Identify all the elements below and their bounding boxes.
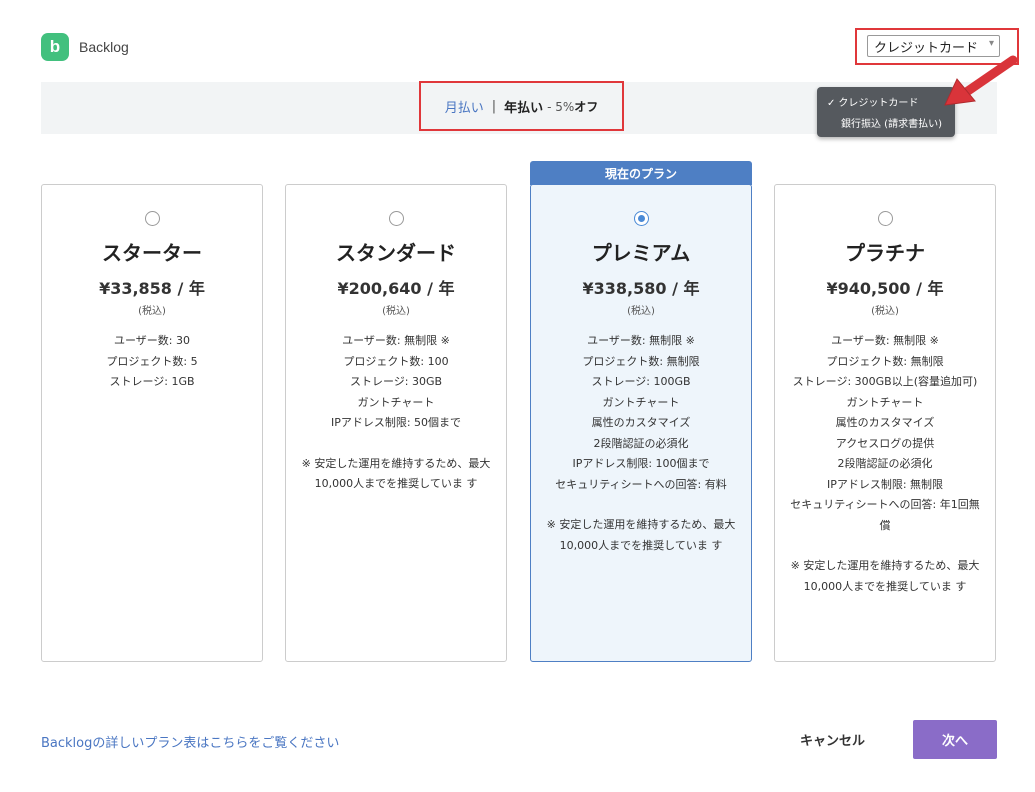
feature-item: IPアドレス制限: 50個まで: [330, 416, 462, 429]
feature-item: プロジェクト数: 5: [106, 354, 198, 368]
feature-item: ユーザー数: 無制限 ※: [587, 334, 695, 347]
backlog-logo-icon: b: [41, 33, 69, 61]
feature-item: ストレージ: 30GB: [349, 375, 443, 388]
feature-item: ユーザー数: 30: [114, 334, 190, 347]
feature-item: IPアドレス制限: 100個まで: [572, 457, 710, 470]
payment-option-label: 銀行振込 (請求書払い): [841, 119, 942, 130]
feature-item: セキュリティシートへの回答: 有料: [555, 477, 727, 491]
cancel-button[interactable]: キャンセル: [800, 730, 865, 749]
payment-method-dropdown: ✓ クレジットカード 銀行振込 (請求書払い): [817, 87, 955, 137]
feature-item: 2段階認証の必須化: [593, 436, 689, 450]
feature-item: ユーザー数: 無制限 ※: [831, 334, 939, 347]
plan-tax-label: (税込): [627, 306, 655, 317]
plan-card-starter[interactable]: スターター ¥33,858 / 年 (税込) ユーザー数: 30 プロジェクト数…: [41, 184, 263, 662]
plan-tax-label: (税込): [138, 306, 166, 317]
plan-name: スタンダード: [336, 241, 456, 265]
payment-option-bank-transfer[interactable]: 銀行振込 (請求書払い): [841, 115, 942, 130]
plan-price: ¥200,640 / 年: [337, 279, 455, 298]
highlight-box-billing: [419, 81, 624, 131]
plan-features: ユーザー数: 無制限 ※ プロジェクト数: 無制限 ストレージ: 100GB ガ…: [531, 331, 751, 495]
plan-card-standard[interactable]: スタンダード ¥200,640 / 年 (税込) ユーザー数: 無制限 ※ プロ…: [285, 184, 507, 662]
feature-item: ストレージ: 1GB: [109, 375, 195, 388]
plan-name: プラチナ: [845, 241, 925, 265]
feature-item: プロジェクト数: 無制限: [582, 354, 700, 368]
plan-features: ユーザー数: 30 プロジェクト数: 5 ストレージ: 1GB: [42, 331, 262, 393]
feature-item: ガントチャート: [602, 395, 680, 409]
plan-radio-platinum[interactable]: [877, 211, 893, 226]
feature-item: セキュリティシートへの回答: 年1回無償: [790, 498, 980, 532]
plan-name: プレミアム: [591, 241, 691, 265]
feature-item: ストレージ: 100GB: [591, 375, 691, 388]
annotation-arrow-icon: [944, 55, 1018, 106]
plan-card-platinum[interactable]: プラチナ ¥940,500 / 年 (税込) ユーザー数: 無制限 ※ プロジェ…: [774, 184, 996, 662]
logo: b Backlog: [41, 33, 129, 61]
feature-item: 2段階認証の必須化: [837, 457, 933, 470]
app-name: Backlog: [79, 39, 129, 55]
plan-note: ※ 安定した運用を維持するため、最大10,000人までを推奨していま す: [790, 559, 980, 593]
feature-item: プロジェクト数: 100: [343, 354, 449, 368]
plan-radio-standard[interactable]: [388, 211, 404, 226]
plan-tax-label: (税込): [382, 306, 410, 317]
feature-item: ユーザー数: 無制限 ※: [342, 334, 450, 347]
payment-option-label: クレジットカード: [838, 98, 919, 109]
plan-note: ※ 安定した運用を維持するため、最大10,000人までを推奨していま す: [546, 518, 736, 552]
current-plan-badge: 現在のプラン: [530, 161, 752, 185]
plan-price: ¥33,858 / 年: [99, 279, 205, 298]
feature-item: IPアドレス制限: 無制限: [826, 477, 944, 491]
feature-item: アクセスログの提供: [835, 436, 935, 450]
plan-note: ※ 安定した運用を維持するため、最大10,000人までを推奨していま す: [301, 456, 491, 491]
feature-item: ガントチャート: [357, 395, 435, 409]
plan-radio-starter[interactable]: [144, 211, 160, 226]
next-button[interactable]: 次へ: [913, 720, 997, 759]
plan-features: ユーザー数: 無制限 ※ プロジェクト数: 100 ストレージ: 30GB ガン…: [286, 331, 506, 434]
feature-item: 属性のカスタマイズ: [835, 416, 935, 429]
feature-item: 属性のカスタマイズ: [591, 416, 691, 429]
checkmark-icon: ✓: [827, 98, 836, 109]
plan-price: ¥940,500 / 年: [826, 279, 944, 298]
feature-item: ストレージ: 300GB以上(容量追加可): [792, 375, 978, 388]
plan-features: ユーザー数: 無制限 ※ プロジェクト数: 無制限 ストレージ: 300GB以上…: [775, 331, 995, 536]
feature-item: ガントチャート: [846, 395, 924, 409]
plan-details-link[interactable]: Backlogの詳しいプラン表はこちらをご覧ください: [41, 732, 339, 751]
payment-option-credit-card[interactable]: ✓ クレジットカード: [827, 94, 918, 109]
plan-radio-premium[interactable]: [633, 211, 649, 226]
feature-item: プロジェクト数: 無制限: [826, 354, 944, 368]
plan-price: ¥338,580 / 年: [582, 279, 700, 298]
plan-tax-label: (税込): [871, 306, 899, 317]
plan-name: スターター: [102, 241, 202, 265]
plan-card-premium[interactable]: プレミアム ¥338,580 / 年 (税込) ユーザー数: 無制限 ※ プロジ…: [530, 184, 752, 662]
